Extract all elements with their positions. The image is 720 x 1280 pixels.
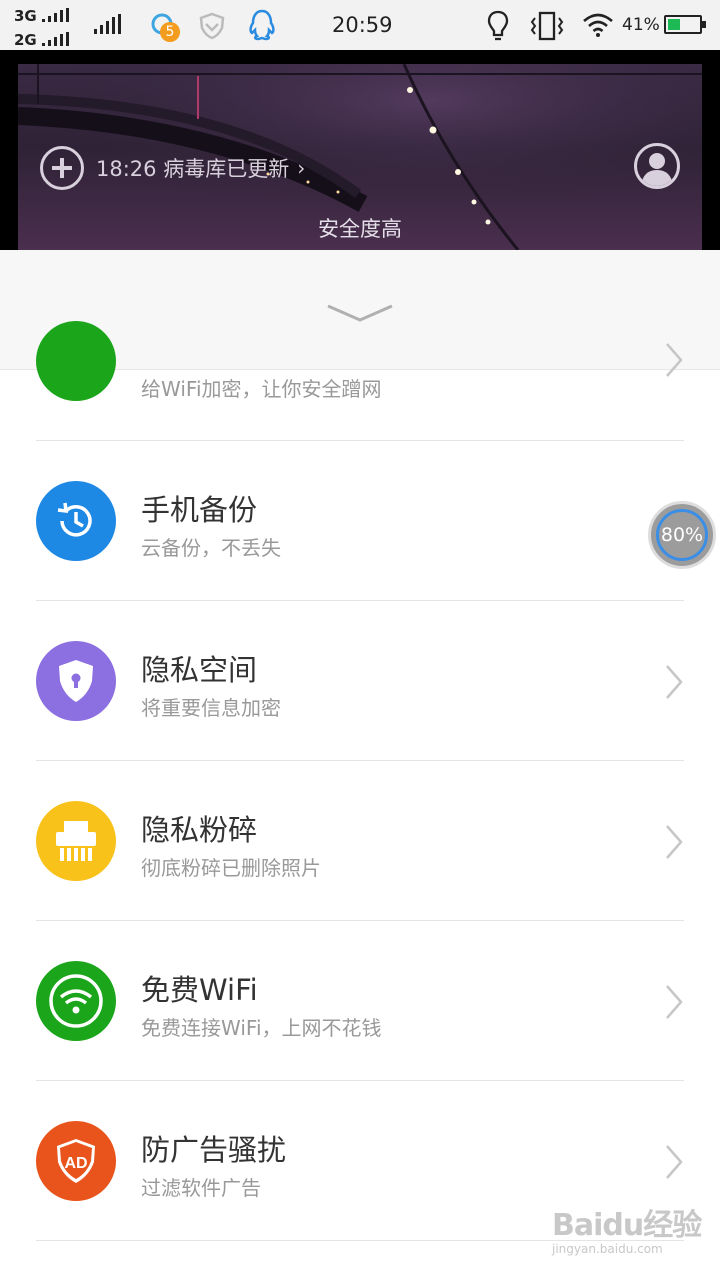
item-subtitle: 免费连接WiFi，上网不花钱 xyxy=(141,1016,382,1040)
item-title: 隐私空间 xyxy=(141,653,258,687)
wifi-lock-icon xyxy=(36,321,116,401)
ad-shield-icon: AD xyxy=(36,1121,116,1201)
virus-db-update-text: 18:26 病毒库已更新 xyxy=(96,157,290,181)
security-level-text: 安全度高 xyxy=(318,217,402,241)
svg-text:AD: AD xyxy=(64,1155,87,1172)
chevron-right-icon xyxy=(666,343,683,377)
item-title: 手机备份 xyxy=(141,493,258,527)
bulb-icon xyxy=(487,10,509,41)
list-item-phone-backup[interactable]: 手机备份 云备份，不丢失 xyxy=(0,441,720,601)
item-subtitle: 彻底粉碎已删除照片 xyxy=(141,856,321,880)
signal-main-icon xyxy=(94,14,121,34)
memory-percent: 80% xyxy=(660,524,704,546)
virus-db-update-link[interactable]: 18:26 病毒库已更新 › xyxy=(40,146,305,190)
list-item-privacy-shred[interactable]: 隐私粉碎 彻底粉碎已删除照片 xyxy=(0,761,720,921)
security-header: 18:26 病毒库已更新 › 安全度高 xyxy=(0,50,720,250)
item-title: 防广告骚扰 xyxy=(141,1133,287,1167)
item-subtitle: 过滤软件广告 xyxy=(141,1176,261,1200)
chevron-right-icon xyxy=(666,825,683,859)
item-title: 免费WiFi xyxy=(141,973,258,1007)
notification-count-badge: 5 xyxy=(160,22,180,42)
shield-app-icon xyxy=(199,12,225,40)
list-item-private-space[interactable]: 隐私空间 将重要信息加密 xyxy=(0,601,720,761)
notification-app-icon: 5 xyxy=(150,12,180,42)
backup-clock-icon xyxy=(36,481,116,561)
item-title: 隐私粉碎 xyxy=(141,813,258,847)
user-avatar-button[interactable] xyxy=(634,143,680,189)
clock-time: 20:59 xyxy=(332,13,393,37)
shield-lock-icon xyxy=(36,641,116,721)
item-subtitle: 将重要信息加密 xyxy=(141,696,281,720)
user-avatar-icon xyxy=(641,153,673,186)
qq-app-icon xyxy=(249,9,275,41)
battery-icon xyxy=(664,15,706,34)
wifi-icon xyxy=(36,961,116,1041)
shredder-icon xyxy=(36,801,116,881)
chevron-right-icon: › xyxy=(297,156,306,180)
list-item-wifi-encrypt[interactable]: 给WiFi加密，让你安全蹭网 xyxy=(0,281,720,441)
plus-circle-icon[interactable] xyxy=(40,146,84,190)
signal-2g-icon xyxy=(42,32,69,46)
status-bar: 3G 2G 5 20:59 41% xyxy=(0,0,720,50)
battery-percent: 41% xyxy=(622,15,660,35)
wifi-status-icon xyxy=(583,13,613,37)
memory-float-button[interactable]: 80% xyxy=(648,501,716,569)
item-subtitle: 给WiFi加密，让你安全蹭网 xyxy=(141,377,382,401)
network-2g-label: 2G xyxy=(14,31,37,49)
item-subtitle: 云备份，不丢失 xyxy=(141,536,281,560)
list-item-free-wifi[interactable]: 免费WiFi 免费连接WiFi，上网不花钱 xyxy=(0,921,720,1081)
network-3g-label: 3G xyxy=(14,7,37,25)
baidu-watermark: Baidu经验 jingyan.baidu.com xyxy=(552,1200,702,1256)
vibrate-icon xyxy=(530,11,564,41)
watermark-url: jingyan.baidu.com xyxy=(552,1242,663,1256)
signal-3g-icon xyxy=(42,8,69,22)
chevron-right-icon xyxy=(666,1145,683,1179)
chevron-right-icon xyxy=(666,665,683,699)
chevron-right-icon xyxy=(666,985,683,1019)
watermark-main-text: Baidu经验 xyxy=(552,1208,702,1243)
